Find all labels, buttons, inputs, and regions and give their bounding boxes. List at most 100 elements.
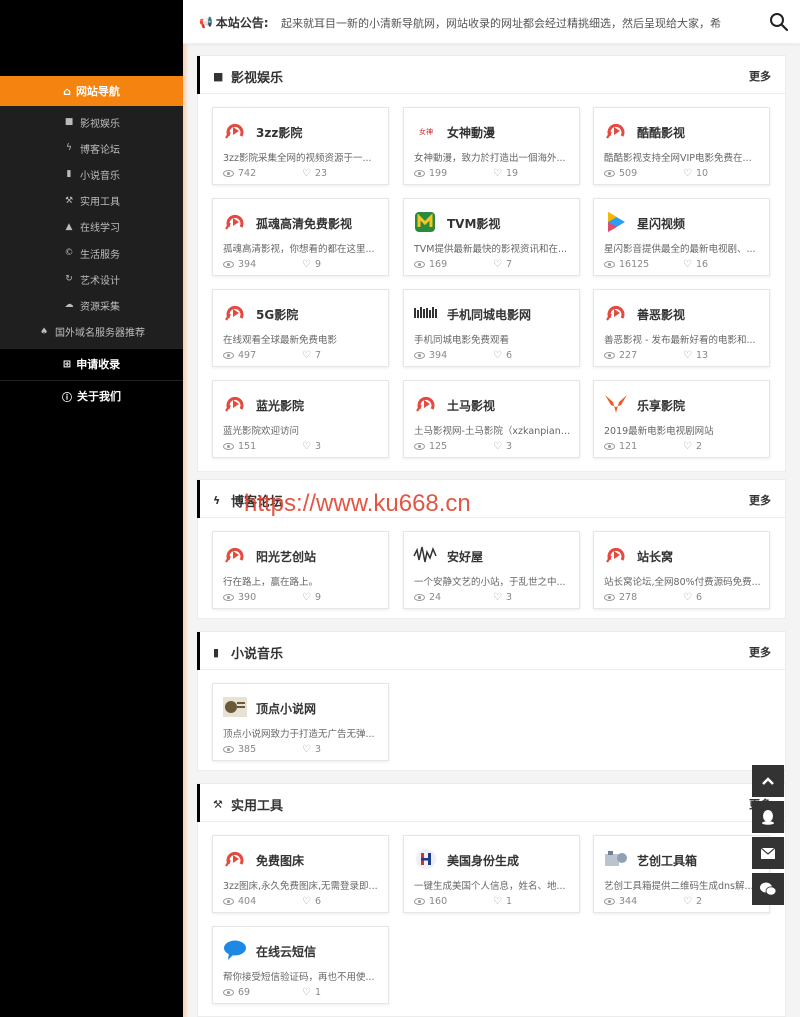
like-count[interactable]: ♡ 3	[493, 592, 512, 603]
sidebar-item-art[interactable]: ↻ 艺术设计	[0, 266, 183, 292]
site-description: TVM提供最新最快的影视资讯和在...	[414, 244, 568, 255]
site-name[interactable]: 女神動漫	[447, 124, 495, 141]
site-name[interactable]: 善恶影视	[637, 306, 685, 323]
wechat-icon	[760, 882, 776, 896]
like-count[interactable]: ♡ 1	[493, 896, 512, 907]
sidebar-item-life[interactable]: © 生活服务	[0, 240, 183, 266]
back-to-top-button[interactable]	[752, 765, 784, 797]
site-name[interactable]: 孤魂高清免费影视	[256, 215, 352, 232]
site-name[interactable]: 美国身份生成	[447, 852, 519, 869]
like-count[interactable]: ♡ 3	[493, 441, 512, 452]
like-count[interactable]: ♡ 9	[302, 259, 321, 270]
site-card[interactable]: 酷酷影视 酷酷影视支持全网VIP电影免费在... 509 ♡ 10	[593, 107, 770, 185]
site-name[interactable]: 阳光艺创站	[256, 548, 316, 565]
like-count[interactable]: ♡ 6	[302, 896, 321, 907]
site-name[interactable]: 土马影视	[447, 397, 495, 414]
site-card[interactable]: 在线云短信 帮你接受短信验证码，再也不用使... 69 ♡ 1	[212, 926, 389, 1004]
search-button[interactable]	[769, 12, 789, 32]
email-button[interactable]	[752, 837, 784, 869]
site-card[interactable]: 顶点小说网 顶点小说网致力于打造无广告无弹... 385 ♡ 3	[212, 683, 389, 761]
heart-icon: ♡	[493, 350, 502, 361]
like-count-value: 7	[314, 350, 322, 361]
site-name[interactable]: 站长窝	[637, 548, 673, 565]
sidebar-item-resource[interactable]: ☁ 资源采集	[0, 292, 183, 318]
site-name[interactable]: 星闪视频	[637, 215, 685, 232]
site-card[interactable]: 星闪视频 星闪影音提供最全的最新电视剧、... 16125 ♡ 16	[593, 198, 770, 276]
sidebar-item-site-nav[interactable]: ⌂ 网站导航	[0, 76, 183, 106]
site-card[interactable]: 5G影院 在线观看全球最新免费电影 497 ♡ 7	[212, 289, 389, 367]
more-link[interactable]: 更多	[749, 492, 771, 508]
site-card[interactable]: 乐享影院 2019最新电影电视剧网站 121 ♡ 2	[593, 380, 770, 458]
site-card[interactable]: 蓝光影院 蓝光影院欢迎访问 151 ♡ 3	[212, 380, 389, 458]
like-count[interactable]: ♡ 1	[302, 987, 321, 998]
site-card[interactable]: 艺创工具箱 艺创工具箱提供二维码生成dns解... 344 ♡ 2	[593, 835, 770, 913]
site-card[interactable]: TVM影视 TVM提供最新最快的影视资讯和在... 169 ♡ 7	[403, 198, 580, 276]
site-name[interactable]: 蓝光影院	[256, 397, 304, 414]
like-count[interactable]: ♡ 6	[683, 592, 702, 603]
like-count[interactable]: ♡ 9	[302, 592, 321, 603]
view-count-value: 394	[238, 259, 257, 270]
site-card[interactable]: 善恶影视 善恶影视 - 发布最新好看的电影和... 227 ♡ 13	[593, 289, 770, 367]
eye-icon	[414, 898, 425, 905]
sidebar-item-video[interactable]: ■ 影视娱乐	[0, 109, 183, 135]
sidebar-item-label: 国外域名服务器推荐	[55, 328, 145, 340]
like-count[interactable]: ♡ 19	[493, 168, 518, 179]
site-name[interactable]: 酷酷影视	[637, 124, 685, 141]
site-name[interactable]: 5G影院	[256, 306, 298, 323]
site-description: 星闪影音提供最全的最新电视剧、...	[604, 244, 756, 255]
eye-icon	[223, 989, 234, 996]
sidebar-item-novel[interactable]: ▮ 小说音乐	[0, 161, 183, 187]
site-name[interactable]: 手机同城电影网	[447, 306, 531, 323]
view-count-value: 24	[429, 592, 442, 603]
book-icon: ▮	[213, 646, 220, 659]
like-count[interactable]: ♡ 7	[493, 259, 512, 270]
site-card[interactable]: 手机同城电影网 手机同城电影免费观看 394 ♡ 6	[403, 289, 580, 367]
site-card[interactable]: 站长窝 站长窝论坛,全网80%付费源码免费... 278 ♡ 6	[593, 531, 770, 609]
eye-icon	[414, 352, 425, 359]
site-card[interactable]: 孤魂高清免费影视 孤魂高清影视，你想看的都在这里... 394 ♡ 9	[212, 198, 389, 276]
site-name[interactable]: 在线云短信	[256, 943, 316, 960]
site-card[interactable]: 土马影视 土马影视网-土马影院（xzkanpian.... 125 ♡ 3	[403, 380, 580, 458]
like-count[interactable]: ♡ 6	[493, 350, 512, 361]
like-count[interactable]: ♡ 2	[683, 896, 702, 907]
view-count: 121	[604, 441, 637, 452]
sidebar-item-tools[interactable]: ⚒ 实用工具	[0, 188, 183, 214]
more-link[interactable]: 更多	[749, 644, 771, 660]
site-name[interactable]: 顶点小说网	[256, 700, 316, 717]
site-card[interactable]: 阳光艺创站 行在路上，赢在路上。 390 ♡ 9	[212, 531, 389, 609]
like-count[interactable]: ♡ 3	[302, 441, 321, 452]
sidebar-item-blog[interactable]: ϟ 博客论坛	[0, 135, 183, 161]
site-card[interactable]: 女神 女神動漫 女神動漫，致力於打造出一個海外... 199 ♡ 19	[403, 107, 580, 185]
wechat-button[interactable]	[752, 873, 784, 905]
more-link[interactable]: 更多	[749, 68, 771, 84]
about-link[interactable]: ⓘ 关于我们	[0, 379, 183, 412]
sidebar-item-learning[interactable]: ▲ 在线学习	[0, 214, 183, 240]
like-count-value: 1	[314, 987, 322, 998]
site-card[interactable]: 3zz影院 3zz影院采集全网的视频资源于一... 742 ♡ 23	[212, 107, 389, 185]
site-name[interactable]: 安好屋	[447, 548, 483, 565]
heart-icon: ♡	[302, 592, 311, 603]
like-count[interactable]: ♡ 7	[302, 350, 321, 361]
site-card[interactable]: 美国身份生成 一键生成美国个人信息，姓名、地... 160 ♡ 1	[403, 835, 580, 913]
like-count[interactable]: ♡ 23	[302, 168, 327, 179]
view-count: 385	[223, 744, 256, 755]
like-count[interactable]: ♡ 13	[683, 350, 708, 361]
like-count[interactable]: ♡ 3	[302, 744, 321, 755]
site-name[interactable]: 乐享影院	[637, 397, 685, 414]
like-count-value: 7	[505, 259, 513, 270]
site-name[interactable]: 免费图床	[256, 852, 304, 869]
like-count[interactable]: ♡ 16	[683, 259, 708, 270]
qq-button[interactable]	[752, 801, 784, 833]
site-name[interactable]: TVM影视	[447, 215, 500, 232]
site-name[interactable]: 艺创工具箱	[637, 852, 697, 869]
like-count[interactable]: ♡ 2	[683, 441, 702, 452]
site-name[interactable]: 3zz影院	[256, 124, 302, 141]
sidebar-item-domain[interactable]: ♠ 国外域名服务器推荐	[0, 319, 183, 345]
view-count: 199	[414, 168, 447, 179]
site-card[interactable]: 免费图床 3zz图床,永久免费图床,无需登录即... 404 ♡ 6	[212, 835, 389, 913]
apply-link[interactable]: ⊞ 申请收录	[0, 347, 183, 380]
site-card[interactable]: 安好屋 一个安静文艺的小站，于乱世之中... 24 ♡ 3	[403, 531, 580, 609]
like-count-value: 16	[695, 259, 709, 270]
like-count[interactable]: ♡ 10	[683, 168, 708, 179]
site-logo	[603, 120, 629, 142]
